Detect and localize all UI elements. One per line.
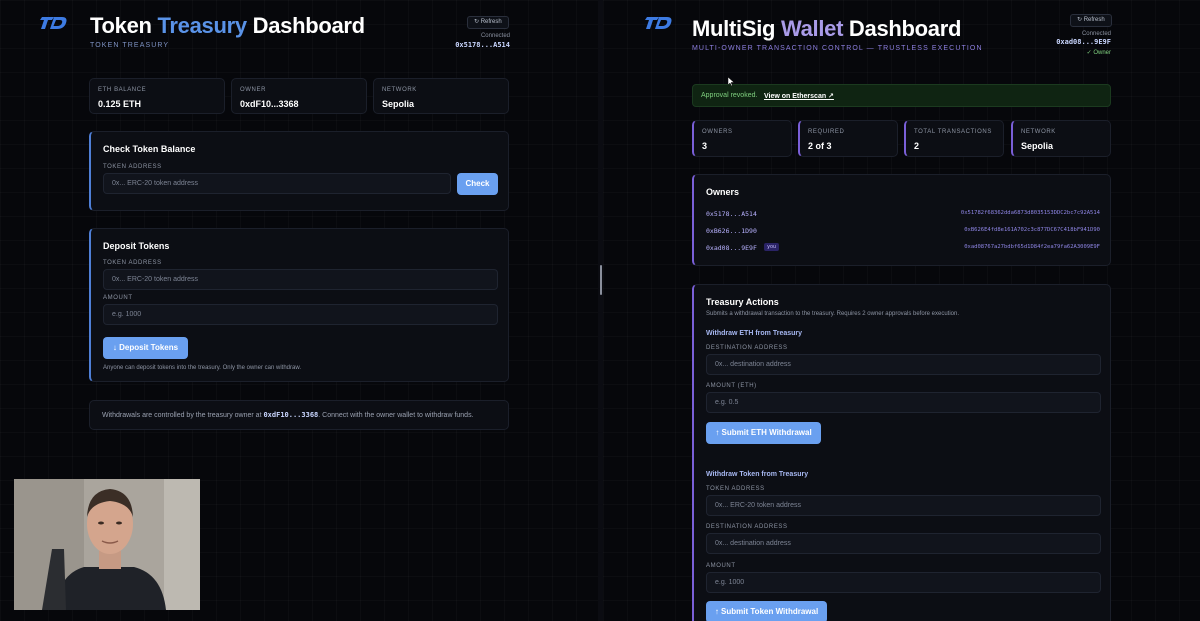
stat-eth-balance: ETH BALANCE 0.125 ETH (89, 78, 225, 114)
webcam-video (14, 479, 200, 610)
stat-value: 0xdF10...3368 (240, 99, 299, 109)
owner-short-address: 0x5178...A514 (706, 210, 757, 218)
owner-short-address: 0xad08...9E9F (706, 244, 757, 252)
owner-full-address: 0x51782f68362dda6873d8035153DDC2bc7c92A5… (960, 210, 1100, 216)
mouse-cursor-icon (728, 77, 734, 86)
card-title: Owners (706, 187, 740, 197)
presenter-image (14, 479, 200, 610)
owner-address: 0xdF10...3368 (263, 411, 319, 419)
stat-owner: OWNER 0xdF10...3368 (231, 78, 367, 114)
stat-label: OWNERS (702, 129, 733, 135)
logo-icon (645, 17, 672, 29)
field-label: TOKEN ADDRESS (103, 260, 162, 266)
owner-full-address: 0xad08767a27bdbf65d1D84f2ea79fa62A3009E9… (964, 244, 1100, 250)
page-subtitle: TOKEN TREASURY (90, 42, 170, 49)
field-label: DESTINATION ADDRESS (706, 345, 788, 351)
check-balance-card: Check Token Balance TOKEN ADDRESS 0x... … (89, 131, 509, 211)
stat-required: REQUIRED 2 of 3 (798, 120, 898, 157)
stat-owners: OWNERS 3 (692, 120, 792, 157)
stat-value: Sepolia (382, 99, 415, 109)
withdraw-eth-heading: Withdraw ETH from Treasury (706, 330, 803, 337)
stat-label: OWNER (240, 87, 266, 93)
token-address-input[interactable]: 0x... ERC-20 token address (706, 495, 1101, 516)
you-badge: you (764, 243, 780, 251)
field-label: DESTINATION ADDRESS (706, 524, 788, 530)
owner-full-address: 0xB626E4fd8e161A702c3c877DC67C418bF941D9… (964, 227, 1100, 233)
withdraw-info-card: Withdrawals are controlled by the treasu… (89, 400, 509, 430)
split-handle[interactable] (600, 265, 602, 295)
stat-label: REQUIRED (808, 129, 845, 135)
treasury-description: Submits a withdrawal transaction to the … (706, 311, 960, 317)
stat-label: ETH BALANCE (98, 87, 147, 93)
owner-row: 0x5178...A514 0x51782f68362dda6873d80351… (706, 210, 1100, 222)
connected-address: 0xad08...9E9F (1056, 38, 1111, 46)
deposit-card: Deposit Tokens TOKEN ADDRESS 0x... ERC-2… (89, 228, 509, 382)
eth-amount-input[interactable]: e.g. 0.5 (706, 392, 1101, 413)
token-destination-input[interactable]: 0x... destination address (706, 533, 1101, 554)
stat-value: 2 (914, 141, 920, 151)
owners-card: Owners 0x5178...A514 0x51782f68362dda687… (692, 174, 1111, 266)
stat-value: Sepolia (1021, 141, 1054, 151)
connected-address: 0x5178...A514 (455, 41, 510, 49)
stat-label: NETWORK (1021, 129, 1056, 135)
page-title: MultiSig Wallet Dashboard (692, 16, 962, 41)
submit-token-withdrawal-button[interactable]: ↑ Submit Token Withdrawal (706, 601, 827, 621)
page-subtitle: MULTI-OWNER TRANSACTION CONTROL — TRUSTL… (692, 45, 983, 52)
withdraw-token-heading: Withdraw Token from Treasury (706, 471, 809, 478)
field-label: AMOUNT (ETH) (706, 383, 757, 389)
token-address-input[interactable]: 0x... ERC-20 token address (103, 173, 451, 194)
refresh-button[interactable]: ↻ Refresh (467, 16, 509, 29)
treasury-actions-card: Treasury Actions Submits a withdrawal tr… (692, 284, 1111, 621)
eth-destination-input[interactable]: 0x... destination address (706, 354, 1101, 375)
stat-network: NETWORK Sepolia (1011, 120, 1111, 157)
check-button[interactable]: Check (457, 173, 498, 195)
deposit-amount-input[interactable]: e.g. 1000 (103, 304, 498, 325)
field-label: TOKEN ADDRESS (706, 486, 765, 492)
connected-label: Connected (1081, 31, 1111, 37)
card-title: Treasury Actions (706, 297, 779, 307)
stat-label: NETWORK (382, 87, 417, 93)
stat-value: 2 of 3 (808, 141, 832, 151)
refresh-button[interactable]: ↻ Refresh (1070, 14, 1112, 27)
owner-row: 0xad08...9E9F you 0xad08767a27bdbf65d1D8… (706, 243, 1100, 256)
card-title: Deposit Tokens (103, 241, 170, 251)
refresh-button-label: ↻ Refresh (1077, 17, 1105, 23)
banner-text: Approval revoked. (701, 92, 758, 99)
stat-label: TOTAL TRANSACTIONS (914, 129, 992, 135)
owner-row: 0xB626...1D90 0xB626E4fd8e161A702c3c877D… (706, 227, 1100, 239)
multisig-panel: MultiSig Wallet Dashboard MULTI-OWNER TR… (603, 0, 1200, 621)
page-title: Token Treasury Dashboard (90, 13, 365, 38)
submit-eth-withdrawal-button[interactable]: ↑ Submit ETH Withdrawal (706, 422, 821, 444)
owner-short-address: 0xB626...1D90 (706, 227, 757, 235)
status-banner: Approval revoked. View on Etherscan ↗ (692, 84, 1111, 107)
etherscan-link[interactable]: View on Etherscan ↗ (764, 92, 834, 100)
stat-value: 3 (702, 141, 708, 151)
stat-total-transactions: TOTAL TRANSACTIONS 2 (904, 120, 1004, 157)
deposit-token-input[interactable]: 0x... ERC-20 token address (103, 269, 498, 290)
deposit-note: Anyone can deposit tokens into the treas… (103, 365, 301, 371)
stat-value: 0.125 ETH (98, 99, 142, 109)
logo-icon (40, 17, 67, 29)
field-label: TOKEN ADDRESS (103, 164, 162, 170)
token-amount-input[interactable]: e.g. 1000 (706, 572, 1101, 593)
withdraw-info-text: Withdrawals are controlled by the treasu… (102, 411, 474, 419)
field-label: AMOUNT (706, 563, 736, 569)
owner-badge: ✓ Owner (1086, 50, 1111, 56)
stat-network: NETWORK Sepolia (373, 78, 509, 114)
field-label: AMOUNT (103, 295, 133, 301)
card-title: Check Token Balance (103, 144, 196, 154)
refresh-button-label: ↻ Refresh (474, 19, 502, 25)
connected-label: Connected (480, 33, 510, 39)
deposit-tokens-button[interactable]: ↓ Deposit Tokens (103, 337, 188, 359)
